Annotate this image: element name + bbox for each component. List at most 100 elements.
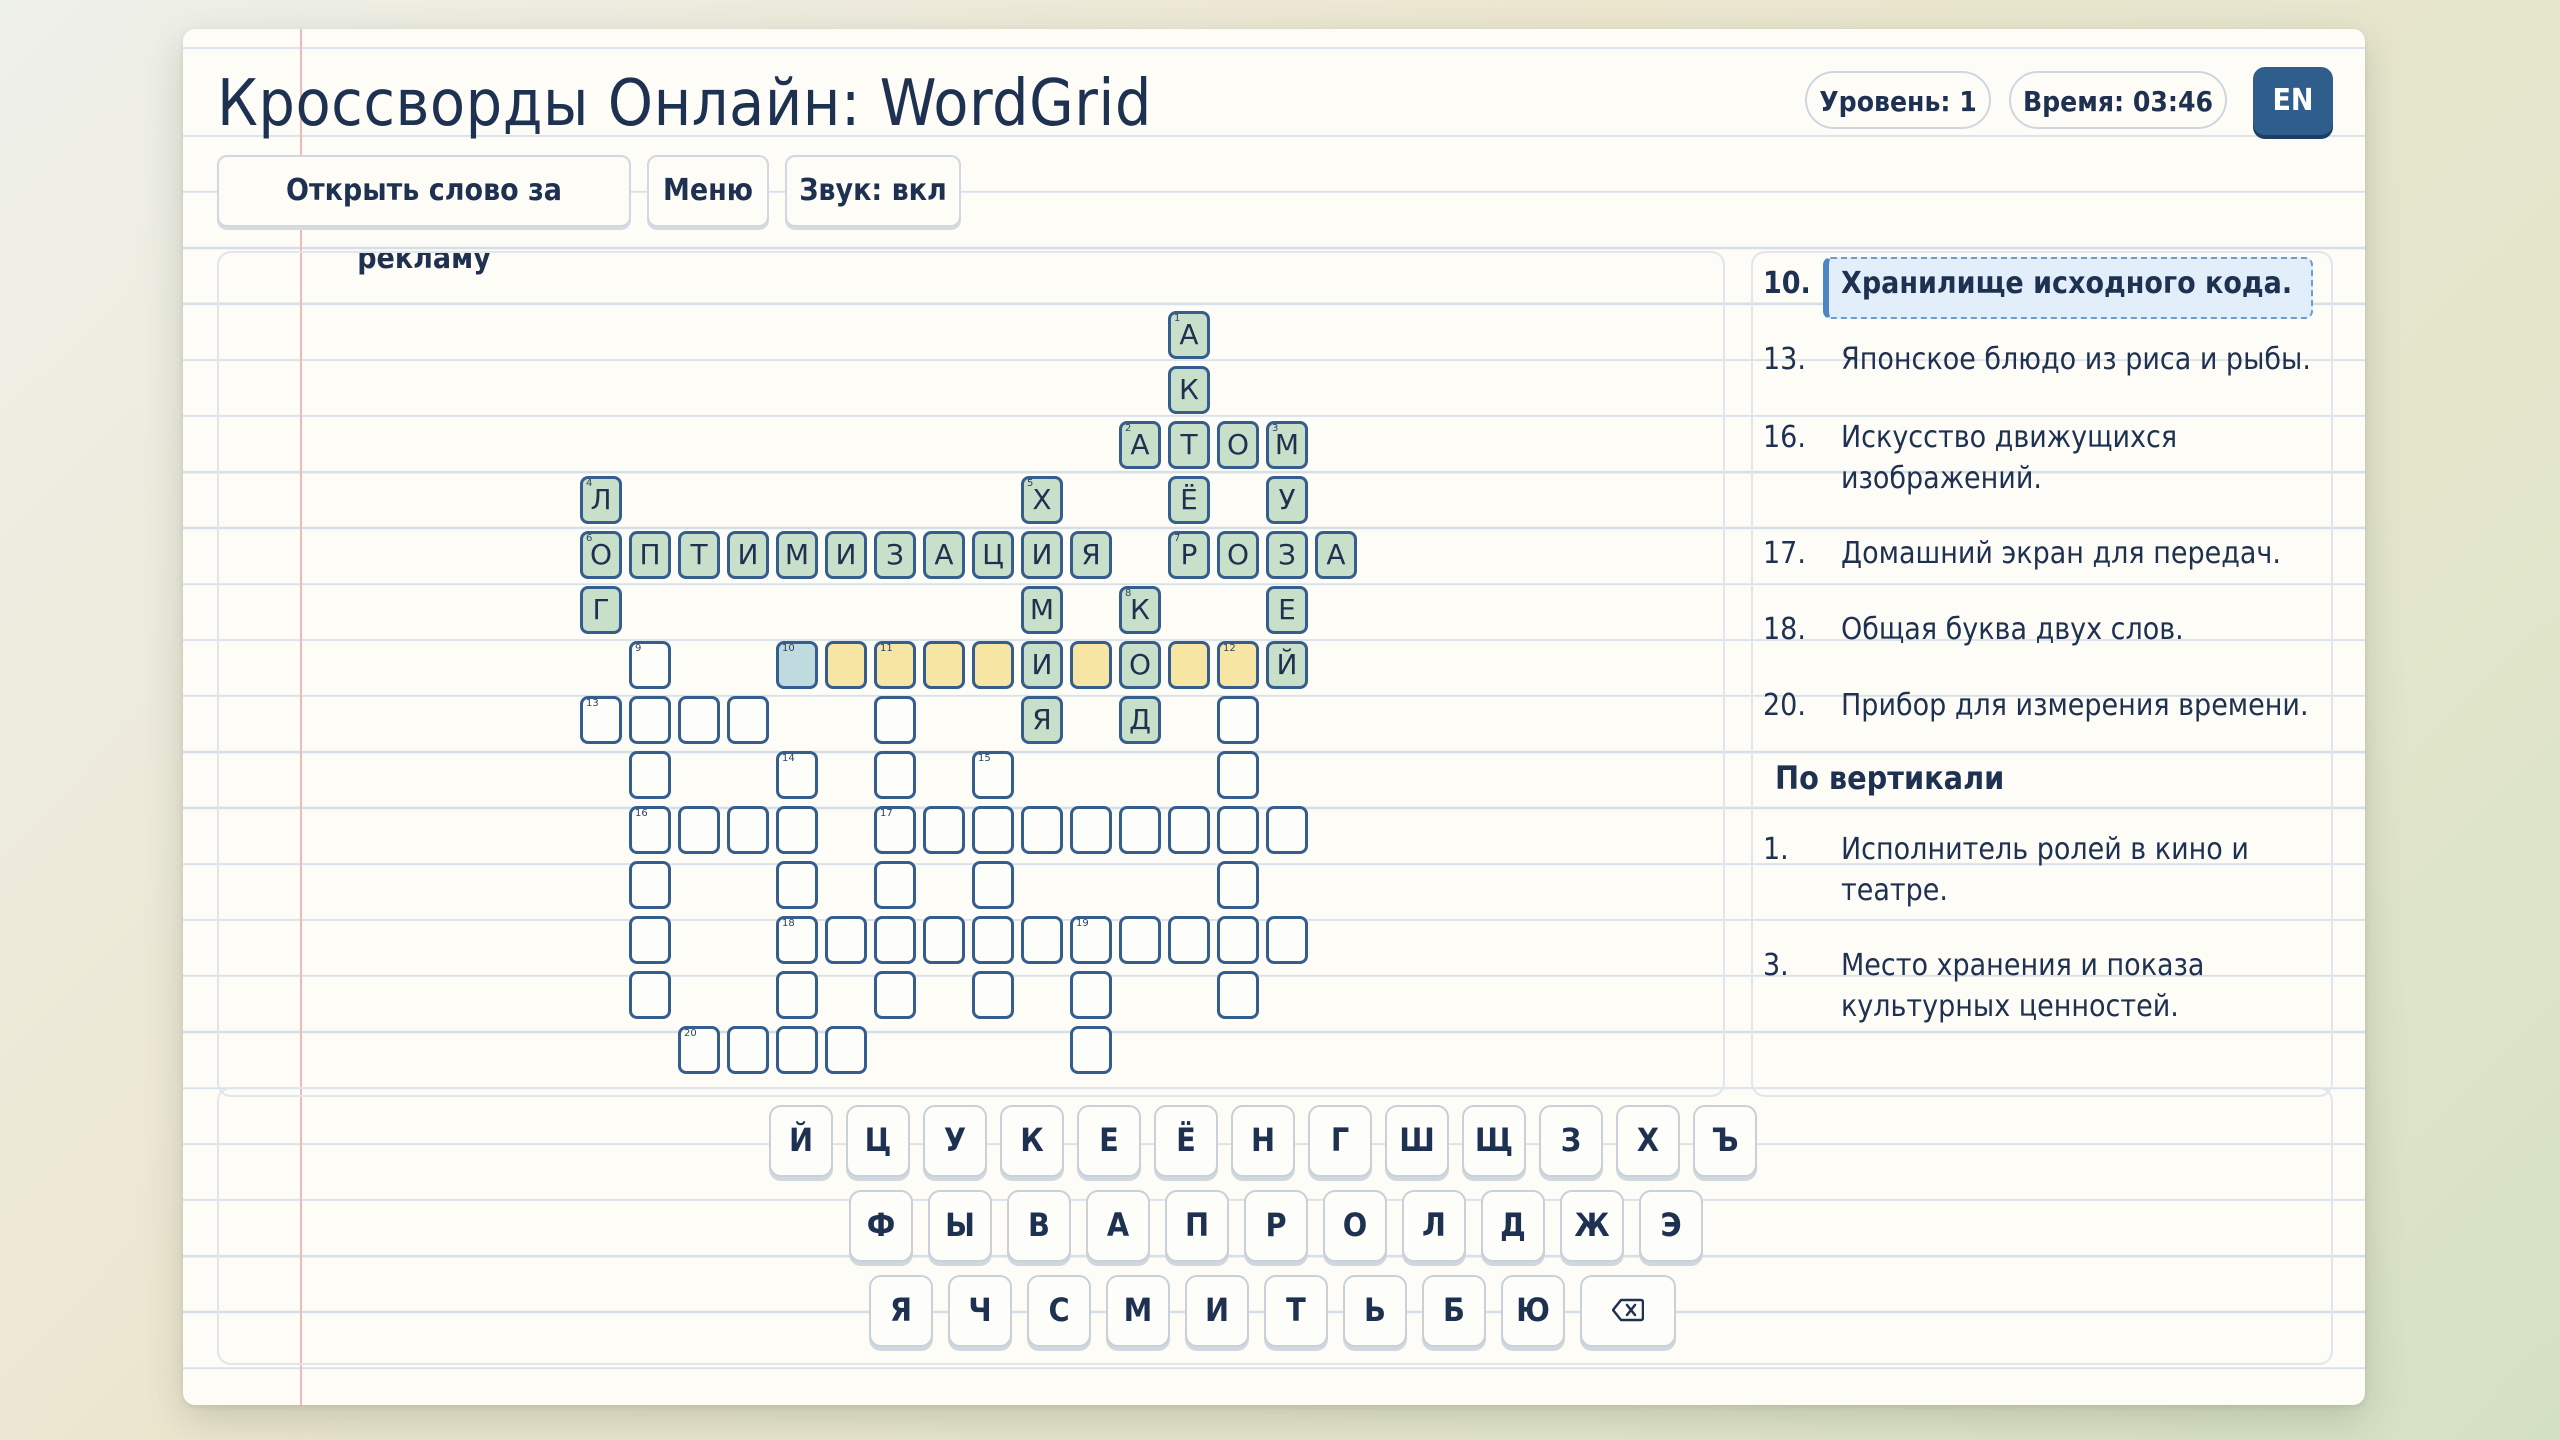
key-button[interactable]: З xyxy=(1539,1105,1603,1177)
crossword-cell[interactable]: 4Л xyxy=(580,476,622,524)
crossword-cell[interactable]: Й xyxy=(1266,641,1308,689)
key-button[interactable]: Я xyxy=(869,1275,933,1347)
key-button[interactable]: Ц xyxy=(846,1105,910,1177)
crossword-cell[interactable] xyxy=(1119,916,1161,964)
clue-item[interactable]: 10. Хранилище исходного кода. xyxy=(1763,263,2313,304)
crossword-cell[interactable] xyxy=(1021,806,1063,854)
crossword-cell[interactable] xyxy=(678,696,720,744)
crossword-cell[interactable] xyxy=(972,861,1014,909)
language-toggle-button[interactable]: EN xyxy=(2253,67,2333,135)
crossword-cell[interactable] xyxy=(776,806,818,854)
crossword-cell[interactable] xyxy=(874,916,916,964)
crossword-cell[interactable]: У xyxy=(1266,476,1308,524)
crossword-cell[interactable] xyxy=(727,696,769,744)
crossword-cell[interactable] xyxy=(1168,806,1210,854)
crossword-cell[interactable] xyxy=(1021,916,1063,964)
key-button[interactable]: Ы xyxy=(928,1190,992,1262)
crossword-cell[interactable]: М xyxy=(1021,586,1063,634)
key-button[interactable]: Е xyxy=(1077,1105,1141,1177)
crossword-cell[interactable]: А xyxy=(1315,531,1357,579)
key-button[interactable]: К xyxy=(1000,1105,1064,1177)
key-button[interactable]: А xyxy=(1086,1190,1150,1262)
crossword-cell[interactable]: И xyxy=(825,531,867,579)
crossword-cell[interactable] xyxy=(1217,916,1259,964)
key-button[interactable]: Щ xyxy=(1462,1105,1526,1177)
crossword-cell[interactable] xyxy=(1217,806,1259,854)
crossword-cell[interactable] xyxy=(727,1026,769,1074)
crossword-cell[interactable] xyxy=(972,971,1014,1019)
key-button[interactable]: У xyxy=(923,1105,987,1177)
crossword-cell[interactable]: 7Р xyxy=(1168,531,1210,579)
key-button[interactable]: Б xyxy=(1422,1275,1486,1347)
crossword-cell[interactable] xyxy=(972,806,1014,854)
backspace-key-button[interactable] xyxy=(1580,1275,1676,1347)
crossword-cell[interactable]: 16 xyxy=(629,806,671,854)
key-button[interactable]: Ф xyxy=(849,1190,913,1262)
crossword-cell[interactable]: 11 xyxy=(874,641,916,689)
crossword-cell[interactable]: О xyxy=(1119,641,1161,689)
crossword-cell[interactable] xyxy=(1168,916,1210,964)
crossword-cell[interactable] xyxy=(629,751,671,799)
key-button[interactable]: О xyxy=(1323,1190,1387,1262)
key-button[interactable]: П xyxy=(1165,1190,1229,1262)
crossword-cell[interactable]: И xyxy=(1021,641,1063,689)
crossword-cell[interactable]: 5Х xyxy=(1021,476,1063,524)
crossword-cell[interactable]: Я xyxy=(1070,531,1112,579)
crossword-cell[interactable]: 6О xyxy=(580,531,622,579)
key-button[interactable]: Л xyxy=(1402,1190,1466,1262)
crossword-cell[interactable]: Д xyxy=(1119,696,1161,744)
crossword-cell[interactable] xyxy=(629,861,671,909)
crossword-cell[interactable] xyxy=(923,916,965,964)
clue-item[interactable]: 17. Домашний экран для передач. xyxy=(1763,533,2313,574)
crossword-cell[interactable]: П xyxy=(629,531,671,579)
crossword-cell[interactable] xyxy=(1217,861,1259,909)
crossword-cell[interactable] xyxy=(1070,971,1112,1019)
crossword-cell[interactable]: Ц xyxy=(972,531,1014,579)
crossword-cell[interactable]: З xyxy=(1266,531,1308,579)
crossword-cell[interactable] xyxy=(825,641,867,689)
key-button[interactable]: Ь xyxy=(1343,1275,1407,1347)
reveal-word-button[interactable]: Открыть слово за рекламу xyxy=(217,155,631,276)
crossword-cell[interactable]: А xyxy=(923,531,965,579)
clue-item[interactable]: 13. Японское блюдо из риса и рыбы. xyxy=(1763,339,2313,380)
crossword-cell[interactable] xyxy=(874,971,916,1019)
crossword-cell[interactable]: Г xyxy=(580,586,622,634)
key-button[interactable]: Й xyxy=(769,1105,833,1177)
crossword-cell[interactable]: О xyxy=(1217,421,1259,469)
crossword-cell[interactable]: И xyxy=(727,531,769,579)
crossword-cell[interactable] xyxy=(776,971,818,1019)
crossword-cell[interactable] xyxy=(629,971,671,1019)
key-button[interactable]: Т xyxy=(1264,1275,1328,1347)
crossword-cell[interactable]: М xyxy=(776,531,818,579)
crossword-cell[interactable]: 20 xyxy=(678,1026,720,1074)
crossword-cell[interactable] xyxy=(1266,916,1308,964)
crossword-cell[interactable]: 17 xyxy=(874,806,916,854)
crossword-cell[interactable]: К xyxy=(1168,366,1210,414)
crossword-cell[interactable]: З xyxy=(874,531,916,579)
crossword-cell[interactable] xyxy=(1070,641,1112,689)
crossword-cell[interactable] xyxy=(874,861,916,909)
key-button[interactable]: И xyxy=(1185,1275,1249,1347)
key-button[interactable]: Д xyxy=(1481,1190,1545,1262)
crossword-cell[interactable]: 14 xyxy=(776,751,818,799)
crossword-cell[interactable]: 1А xyxy=(1168,311,1210,359)
key-button[interactable]: Ъ xyxy=(1693,1105,1757,1177)
crossword-cell[interactable]: 8К xyxy=(1119,586,1161,634)
crossword-cell[interactable] xyxy=(1217,971,1259,1019)
crossword-cell[interactable] xyxy=(923,806,965,854)
crossword-cell[interactable] xyxy=(972,916,1014,964)
crossword-cell[interactable] xyxy=(1217,696,1259,744)
key-button[interactable]: В xyxy=(1007,1190,1071,1262)
key-button[interactable]: С xyxy=(1027,1275,1091,1347)
crossword-cell[interactable]: 15 xyxy=(972,751,1014,799)
key-button[interactable]: Н xyxy=(1231,1105,1295,1177)
crossword-cell[interactable]: О xyxy=(1217,531,1259,579)
crossword-cell[interactable]: Е xyxy=(1266,586,1308,634)
clue-item[interactable]: 1. Исполнитель ролей в кино и театре. xyxy=(1763,829,2313,911)
crossword-cell[interactable]: Т xyxy=(1168,421,1210,469)
sound-toggle-button[interactable]: Звук: вкл xyxy=(785,155,961,227)
crossword-cell[interactable]: 19 xyxy=(1070,916,1112,964)
crossword-cell[interactable] xyxy=(1266,806,1308,854)
crossword-cell[interactable] xyxy=(1119,806,1161,854)
key-button[interactable]: Э xyxy=(1639,1190,1703,1262)
